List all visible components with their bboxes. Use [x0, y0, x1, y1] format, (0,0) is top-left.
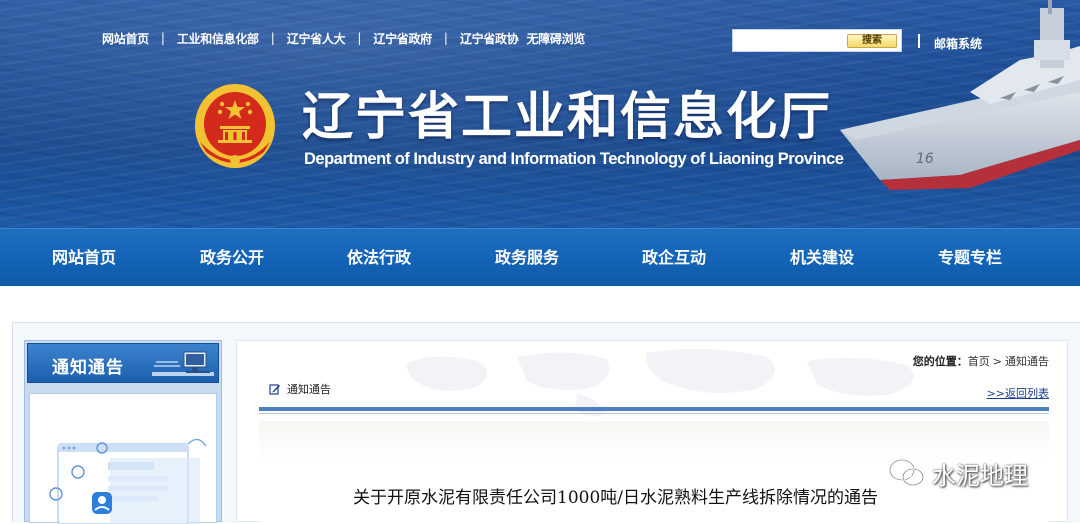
sidebar-header: 通知通告 — [27, 343, 219, 383]
breadcrumb-current-link[interactable]: 通知通告 — [1005, 355, 1049, 368]
nav-item-business-interaction[interactable]: 政企互动 — [642, 229, 706, 287]
header-banner: 网站首页 | 工业和信息化部 | 辽宁省人大 | 辽宁省政府 | 辽宁省政协 |… — [0, 0, 1080, 228]
sidebar-body — [29, 393, 217, 524]
top-link-miit[interactable]: 工业和信息化部 — [177, 30, 259, 47]
site-title-chinese: 辽宁省工业和信息化厅 — [302, 88, 833, 147]
section-divider-thin — [259, 413, 1049, 414]
aircraft-carrier-image: 16 — [840, 0, 1080, 190]
breadcrumb: 您的位置：首页 > 通知通告 — [913, 353, 1049, 369]
world-map-background — [406, 348, 914, 417]
top-link-home[interactable]: 网站首页 — [102, 30, 149, 47]
main-panel: 您的位置：首页 > 通知通告 通知通告 >>返回列表 关于开原水泥有限责任公司100… — [236, 340, 1068, 523]
article-title: 关于开原水泥有限责任公司1000吨/日水泥熟料生产线拆除情况的通告 — [353, 488, 878, 508]
top-link-separator: | — [160, 31, 165, 45]
top-links-bar: 网站首页 | 工业和信息化部 | 辽宁省人大 | 辽宁省政府 | 辽宁省政协 |… — [102, 29, 585, 47]
breadcrumb-label: 您的位置： — [912, 355, 968, 368]
main-nav: 网站首页 政务公开 依法行政 政务服务 政企互动 机关建设 专题专栏 — [0, 228, 1080, 286]
nav-item-special-topics[interactable]: 专题专栏 — [938, 229, 1002, 287]
watermark-text: 水泥地理 — [932, 461, 1028, 490]
sidebar: 通知通告 — [24, 340, 222, 524]
nav-item-law-administration[interactable]: 依法行政 — [347, 229, 411, 287]
nav-item-home[interactable]: 网站首页 — [52, 229, 116, 287]
top-link-separator: | — [270, 31, 275, 45]
nav-item-government-affairs[interactable]: 政务公开 — [200, 229, 264, 287]
wechat-watermark: 水泥地理 — [888, 456, 1028, 490]
site-title-english: Department of Industry and Information T… — [304, 150, 844, 168]
top-link-separator: | — [357, 31, 362, 45]
section-title: 通知通告 — [287, 383, 331, 396]
top-link-provincial-cppcc[interactable]: 辽宁省政协 — [460, 30, 519, 47]
nav-item-government-services[interactable]: 政务服务 — [495, 229, 559, 287]
top-link-provincial-congress[interactable]: 辽宁省人大 — [287, 30, 346, 47]
online-service-illustration-icon — [49, 438, 207, 524]
carrier-hull-number: 16 — [916, 151, 934, 167]
edit-note-icon — [269, 384, 280, 395]
computer-desk-icon — [152, 351, 214, 376]
breadcrumb-separator: > — [992, 355, 1002, 368]
back-to-list-link[interactable]: >>返回列表 — [987, 385, 1049, 401]
top-link-separator: | — [443, 31, 448, 45]
top-link-provincial-government[interactable]: 辽宁省政府 — [373, 30, 432, 47]
top-link-accessibility[interactable]: 无障碍浏览 — [527, 30, 586, 47]
section-divider — [259, 407, 1049, 411]
national-emblem-icon — [195, 84, 275, 168]
sidebar-title: 通知通告 — [52, 358, 124, 378]
breadcrumb-home-link[interactable]: 首页 — [968, 355, 990, 368]
wechat-icon — [889, 459, 924, 486]
nav-item-agency-building[interactable]: 机关建设 — [790, 229, 854, 287]
